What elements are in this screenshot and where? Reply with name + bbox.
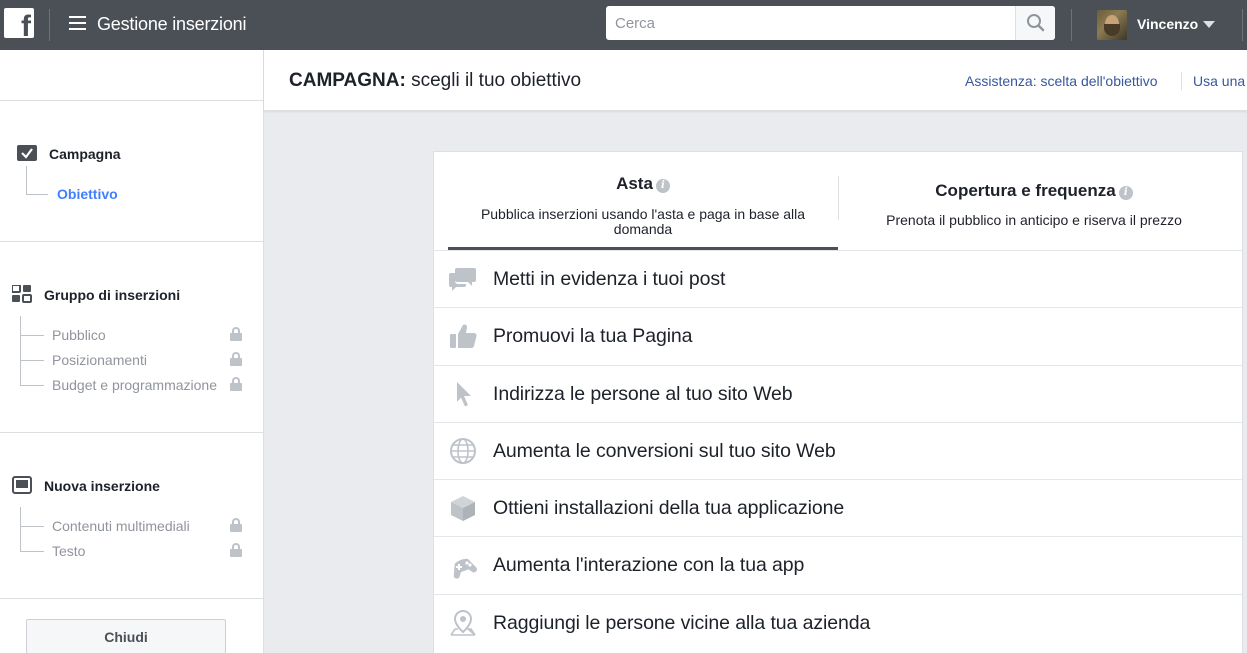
objective-list: Metti in evidenza i tuoi post Promuovi l…: [434, 250, 1242, 651]
info-icon[interactable]: i: [1118, 186, 1133, 200]
tree-line: [20, 507, 21, 551]
tree-line: [26, 166, 27, 194]
sidebar-item-objective[interactable]: Obiettivo: [57, 186, 118, 202]
search-button[interactable]: [1015, 6, 1055, 40]
page-header: CAMPAGNA: scegli il tuo obiettivo Assist…: [264, 50, 1247, 111]
sidebar-section-ad[interactable]: Nuova inserzione: [44, 478, 160, 494]
search-icon: [1027, 14, 1045, 32]
facebook-logo-icon[interactable]: f: [4, 8, 34, 38]
grid-icon: [12, 285, 32, 303]
objective-local-awareness[interactable]: Raggiungi le persone vicine alla tua azi…: [434, 593, 1242, 651]
tab-reach-title: Copertura e frequenza: [935, 181, 1116, 200]
globe-icon: [450, 437, 476, 464]
checkbox-checked-icon: [17, 145, 37, 161]
box-icon: [451, 496, 475, 522]
objective-app-installs[interactable]: Ottieni installazioni della tua applicaz…: [434, 479, 1242, 536]
tab-auction-description: Pubblica inserzioni usando l'asta e paga…: [480, 206, 806, 237]
tree-line: [20, 385, 44, 386]
tree-line: [20, 526, 44, 527]
sidebar-item-budget[interactable]: Budget e programmazione: [52, 377, 217, 393]
tab-reach-description: Prenota il pubblico in anticipo e riserv…: [886, 212, 1182, 228]
sidebar-item-audience[interactable]: Pubblico: [52, 327, 106, 343]
logo-letter: f: [21, 10, 31, 39]
header-divider: [1181, 72, 1182, 90]
avatar[interactable]: [1097, 10, 1127, 40]
sidebar: Campagna Obiettivo Gruppo di inserzioni …: [0, 50, 264, 653]
objective-label: Promuovi la tua Pagina: [493, 325, 693, 348]
objective-app-engagement[interactable]: Aumenta l'interazione con la tua app: [434, 536, 1242, 593]
hamburger-menu-icon[interactable]: [69, 16, 86, 30]
cursor-icon: [457, 381, 471, 407]
tree-line: [20, 335, 44, 336]
objective-website-traffic[interactable]: Indirizza le persone al tuo sito Web: [434, 364, 1242, 422]
speech-bubbles-icon: [449, 268, 476, 291]
close-button[interactable]: Chiudi: [26, 619, 226, 653]
account-dropdown-icon[interactable]: [1203, 21, 1215, 28]
sidebar-section-adset[interactable]: Gruppo di inserzioni: [44, 287, 180, 303]
user-name[interactable]: Vincenzo: [1137, 16, 1198, 32]
page-title-bold: CAMPAGNA:: [289, 70, 406, 91]
objective-help-link[interactable]: Assistenza: scelta dell'obiettivo: [965, 73, 1158, 89]
lock-icon: [230, 352, 242, 366]
gamepad-icon: [453, 559, 477, 580]
tree-line: [20, 360, 44, 361]
sidebar-divider: [0, 241, 263, 242]
objective-panel: Asta i Pubblica inserzioni usando l'asta …: [433, 151, 1243, 653]
tab-reach-title-row: Copertura e frequenza i: [839, 181, 1229, 201]
tree-line: [20, 316, 21, 386]
tree-line: [26, 194, 48, 195]
objective-label: Indirizza le persone al tuo sito Web: [493, 382, 793, 405]
topbar-divider: [1071, 9, 1072, 41]
thumbs-up-icon: [450, 324, 477, 349]
tab-auction[interactable]: Asta i Pubblica inserzioni usando l'asta …: [448, 152, 838, 250]
objective-label: Raggiungi le persone vicine alla tua azi…: [493, 611, 871, 634]
objective-website-conversions[interactable]: Aumenta le conversioni sul tuo sito Web: [434, 421, 1242, 479]
search-input[interactable]: [606, 6, 1015, 40]
objective-label: Ottieni installazioni della tua applicaz…: [493, 497, 845, 520]
search-box: [606, 6, 1055, 40]
ad-preview-icon: [12, 476, 32, 494]
sidebar-item-text[interactable]: Testo: [52, 543, 85, 559]
sidebar-item-placements[interactable]: Posizionamenti: [52, 352, 147, 368]
sidebar-item-media[interactable]: Contenuti multimediali: [52, 518, 190, 534]
tab-auction-title: Asta: [616, 174, 653, 193]
sidebar-section-campaign[interactable]: Campagna: [49, 146, 121, 162]
tab-reach-frequency[interactable]: Copertura e frequenza i Prenota il pubbli…: [839, 152, 1229, 250]
sidebar-divider: [0, 598, 263, 599]
sidebar-divider: [0, 432, 263, 433]
lock-icon: [230, 327, 242, 341]
lock-icon: [230, 377, 242, 391]
objective-label: Aumenta le conversioni sul tuo sito Web: [493, 439, 836, 462]
lock-icon: [230, 543, 242, 557]
page-title: CAMPAGNA: scegli il tuo obiettivo: [289, 70, 581, 92]
objective-boost-posts[interactable]: Metti in evidenza i tuoi post: [434, 250, 1242, 307]
objective-promote-page[interactable]: Promuovi la tua Pagina: [434, 307, 1242, 364]
use-existing-link[interactable]: Usa una: [1193, 73, 1247, 89]
tree-line: [20, 551, 44, 552]
topbar-divider: [1242, 9, 1243, 41]
lock-icon: [230, 518, 242, 532]
page-title-rest: scegli il tuo obiettivo: [405, 70, 582, 91]
objective-label: Metti in evidenza i tuoi post: [493, 268, 726, 290]
objective-label: Aumenta l'interazione con la tua app: [493, 554, 805, 577]
app-title[interactable]: Gestione inserzioni: [97, 14, 246, 35]
top-bar: f Gestione inserzioni Vincenzo: [0, 0, 1247, 50]
info-icon[interactable]: i: [655, 179, 670, 193]
map-pin-icon: [450, 609, 476, 636]
tab-auction-title-row: Asta i: [448, 174, 838, 194]
sidebar-divider: [0, 100, 263, 101]
topbar-divider: [49, 9, 50, 41]
